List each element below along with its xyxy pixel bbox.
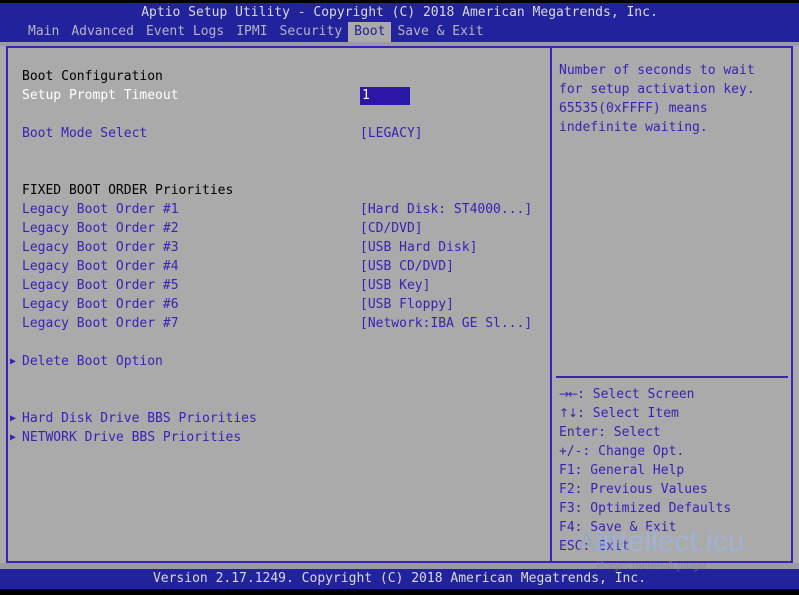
delete-boot-option-label: Delete Boot Option xyxy=(22,354,163,369)
key-legend-row: F1: General Help xyxy=(559,463,685,478)
legacy-boot-order-5-value[interactable]: [USB Key] xyxy=(360,276,430,295)
legacy-boot-order-3-label: Legacy Boot Order #3 xyxy=(22,240,179,255)
delete-boot-option[interactable]: ▶ Delete Boot Option xyxy=(8,352,550,371)
legacy-boot-order-5-label: Legacy Boot Order #5 xyxy=(22,278,179,293)
legacy-boot-order-3-value[interactable]: [USB Hard Disk] xyxy=(360,238,477,257)
boot-mode-select-label: Boot Mode Select xyxy=(22,126,148,141)
key-legend-row: F3: Optimized Defaults xyxy=(559,501,732,516)
menu-tab-main[interactable]: Main xyxy=(22,22,65,42)
legacy-boot-order-7-value[interactable]: [Network:IBA GE Sl...] xyxy=(360,314,532,333)
legacy-boot-order-1-value[interactable]: [Hard Disk: ST4000...] xyxy=(360,200,532,219)
legacy-boot-order-5[interactable]: Legacy Boot Order #5 [USB Key] xyxy=(8,276,550,295)
version-footer: Version 2.17.1249. Copyright (C) 2018 Am… xyxy=(0,569,799,589)
section-fixed-boot-order-label: FIXED BOOT ORDER Priorities xyxy=(22,183,234,198)
hard-disk-drive-bbs-priorities[interactable]: ▶ Hard Disk Drive BBS Priorities xyxy=(8,409,550,428)
menu-tab-advanced[interactable]: Advanced xyxy=(65,22,140,42)
key-legend-row: +/-: Change Opt. xyxy=(559,444,685,459)
legacy-boot-order-2-value[interactable]: [CD/DVD] xyxy=(360,219,423,238)
boot-mode-select-value[interactable]: [LEGACY] xyxy=(360,124,423,143)
legacy-boot-order-4-label: Legacy Boot Order #4 xyxy=(22,259,179,274)
menu-tab-save-exit[interactable]: Save & Exit xyxy=(391,22,489,42)
menu-bar: Main Advanced Event Logs IPMI Security Boot Sa… xyxy=(0,22,799,42)
boot-mode-select[interactable]: Boot Mode Select [LEGACY] xyxy=(8,124,550,143)
menu-tab-security[interactable]: Security xyxy=(274,22,349,42)
section-boot-configuration-label: Boot Configuration xyxy=(22,69,163,84)
panel-divider xyxy=(550,46,552,563)
network-drive-bbs-priorities-label: NETWORK Drive BBS Priorities xyxy=(22,430,242,445)
legacy-boot-order-2[interactable]: Legacy Boot Order #2 [CD/DVD] xyxy=(8,219,550,238)
network-drive-bbs-priorities[interactable]: ▶ NETWORK Drive BBS Priorities xyxy=(8,428,550,447)
legacy-boot-order-6-value[interactable]: [USB Floppy] xyxy=(360,295,454,314)
help-line: for setup activation key. xyxy=(559,82,755,97)
menu-tab-ipmi[interactable]: IPMI xyxy=(230,22,273,42)
settings-pane: Boot Configuration Setup Prompt Timeout 1 B… xyxy=(8,48,550,561)
legacy-boot-order-4[interactable]: Legacy Boot Order #4 [USB CD/DVD] xyxy=(8,257,550,276)
legacy-boot-order-6[interactable]: Legacy Boot Order #6 [USB Floppy] xyxy=(8,295,550,314)
key-legend-text: : Select Screen xyxy=(577,387,695,402)
section-fixed-boot-order: FIXED BOOT ORDER Priorities xyxy=(8,181,550,200)
help-line: Number of seconds to wait xyxy=(559,63,755,78)
legacy-boot-order-1[interactable]: Legacy Boot Order #1 [Hard Disk: ST4000..… xyxy=(8,200,550,219)
setup-prompt-timeout-value[interactable]: 1 xyxy=(360,86,410,105)
submenu-arrow-icon: ▶ xyxy=(10,356,17,367)
bottom-black-border xyxy=(0,589,799,595)
key-legend-row: F2: Previous Values xyxy=(559,482,708,497)
legacy-boot-order-6-label: Legacy Boot Order #6 xyxy=(22,297,179,312)
section-boot-configuration: Boot Configuration xyxy=(8,67,550,86)
key-legend-row: ESC: Exit xyxy=(559,539,630,554)
key-legend-row: Enter: Select xyxy=(559,425,661,440)
legacy-boot-order-4-value[interactable]: [USB CD/DVD] xyxy=(360,257,454,276)
help-separator xyxy=(556,376,788,378)
key-legend-row: F4: Save & Exit xyxy=(559,520,677,535)
legacy-boot-order-7-label: Legacy Boot Order #7 xyxy=(22,316,179,331)
help-description: Number of seconds to wait for setup activ… xyxy=(559,61,789,137)
arrow-updown-icon: ↑↓ xyxy=(559,406,578,420)
help-line: indefinite waiting. xyxy=(559,120,708,135)
bios-setup-screen: Aptio Setup Utility - Copyright (C) 2018… xyxy=(0,0,799,595)
arrow-leftright-icon: →← xyxy=(559,387,578,401)
setup-prompt-timeout-input[interactable]: 1 xyxy=(360,87,410,105)
key-legend-text: : Select Item xyxy=(577,406,679,421)
help-line: 65535(0xFFFF) means xyxy=(559,101,708,116)
legacy-boot-order-2-label: Legacy Boot Order #2 xyxy=(22,221,179,236)
key-legend: →←: Select Screen ↑↓: Select Item Enter: S… xyxy=(559,385,791,556)
legacy-boot-order-1-label: Legacy Boot Order #1 xyxy=(22,202,179,217)
legacy-boot-order-7[interactable]: Legacy Boot Order #7 [Network:IBA GE Sl..… xyxy=(8,314,550,333)
menu-tab-boot[interactable]: Boot xyxy=(348,22,392,42)
menu-tab-event-logs[interactable]: Event Logs xyxy=(140,22,230,42)
help-pane: Number of seconds to wait for setup activ… xyxy=(554,48,791,561)
setup-prompt-timeout-label: Setup Prompt Timeout xyxy=(22,88,179,103)
submenu-arrow-icon: ▶ xyxy=(10,432,17,443)
setup-prompt-timeout[interactable]: Setup Prompt Timeout 1 xyxy=(8,86,550,105)
window-title: Aptio Setup Utility - Copyright (C) 2018… xyxy=(0,3,799,22)
hard-disk-drive-bbs-priorities-label: Hard Disk Drive BBS Priorities xyxy=(22,411,257,426)
key-legend-row: ↑↓: Select Item xyxy=(559,404,791,423)
legacy-boot-order-3[interactable]: Legacy Boot Order #3 [USB Hard Disk] xyxy=(8,238,550,257)
key-legend-row: →←: Select Screen xyxy=(559,385,791,404)
submenu-arrow-icon: ▶ xyxy=(10,413,17,424)
